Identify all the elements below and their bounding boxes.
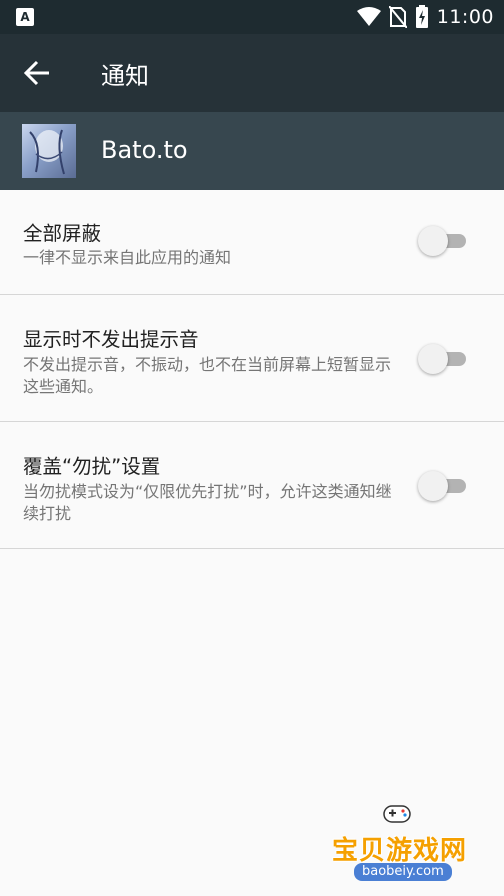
page-title: 通知 [101, 62, 149, 90]
settings-list: 全部屏蔽 一律不显示来自此应用的通知 显示时不发出提示音 不发出提示音，不振动，… [0, 190, 504, 549]
block-all-toggle[interactable] [418, 226, 468, 256]
toggle-thumb [418, 344, 448, 374]
setting-subtitle: 当勿扰模式设为“仅限优先打扰”时，允许这类通知继续打扰 [23, 482, 392, 523]
no-sim-icon [388, 6, 407, 28]
app-name: Bato.to [101, 136, 188, 164]
battery-charging-icon [415, 5, 428, 28]
status-time: 11:00 [436, 6, 494, 28]
a-notification-icon: A [16, 8, 34, 26]
silent-toggle[interactable] [418, 344, 468, 374]
setting-title: 显示时不发出提示音 [23, 328, 199, 351]
watermark-text: 宝贝游戏网 [332, 836, 468, 866]
toggle-thumb [418, 471, 448, 501]
app-icon [22, 124, 76, 178]
app-bar: 通知 [0, 34, 504, 112]
setting-title: 全部屏蔽 [23, 222, 102, 245]
setting-subtitle: 不发出提示音，不振动，也不在当前屏幕上短暂显示这些通知。 [23, 355, 392, 396]
override-dnd-toggle[interactable] [418, 471, 468, 501]
arrow-back-icon[interactable] [22, 59, 52, 87]
setting-row-override-dnd[interactable]: 覆盖“勿扰”设置 当勿扰模式设为“仅限优先打扰”时，允许这类通知继续打扰 [0, 422, 504, 549]
setting-row-silent[interactable]: 显示时不发出提示音 不发出提示音，不振动，也不在当前屏幕上短暂显示这些通知。 [0, 295, 504, 422]
app-header: Bato.to [0, 112, 504, 190]
setting-subtitle: 一律不显示来自此应用的通知 [23, 248, 232, 267]
status-bar: A 11:00 [0, 0, 504, 34]
watermark-url: baobeiy.com [354, 863, 452, 881]
watermark: 宝贝游戏网 baobeiy.com [326, 800, 476, 890]
toggle-thumb [418, 226, 448, 256]
gamepad-icon [383, 805, 411, 823]
setting-title: 覆盖“勿扰”设置 [23, 455, 161, 478]
wifi-icon [356, 7, 381, 26]
status-icons: 11:00 [356, 0, 494, 34]
setting-row-block-all[interactable]: 全部屏蔽 一律不显示来自此应用的通知 [0, 190, 504, 295]
